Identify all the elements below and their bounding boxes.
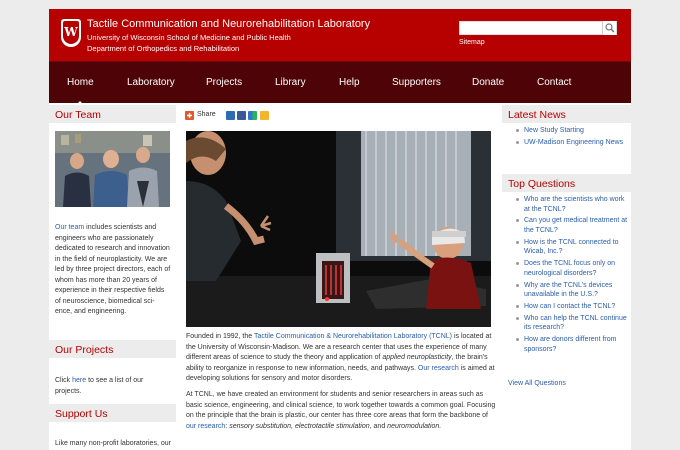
- sitemap-link[interactable]: Sitemap: [459, 39, 485, 46]
- question-link[interactable]: How are donors different from sponsors?: [524, 336, 616, 353]
- search-icon: [605, 23, 615, 33]
- blogger-icon[interactable]: [226, 111, 235, 120]
- p2-a: At TCNL, we have created an environment …: [186, 391, 496, 419]
- news-list: New Study Starting UW-Madison Engineerin…: [515, 126, 633, 150]
- team-photo: [55, 131, 170, 207]
- environment-paragraph: At TCNL, we have created an environment …: [186, 390, 498, 432]
- view-all-questions-link: View All Questions: [508, 379, 566, 390]
- school-subtitle: University of Wisconsin School of Medici…: [87, 33, 291, 42]
- latest-news-heading: Latest News: [502, 105, 631, 123]
- question-link[interactable]: Can you get medical treatment at the TCN…: [524, 217, 627, 234]
- favorite-icon[interactable]: [260, 111, 269, 120]
- tcnl-link[interactable]: Tactile Communication & Neurorehabilitat…: [254, 333, 452, 340]
- list-item: How can I contact the TCNL?: [515, 302, 631, 312]
- our-team-link[interactable]: Our team: [55, 224, 84, 231]
- p2-em: sensory substitution, electrotactile sti…: [229, 422, 372, 430]
- nav-laboratory[interactable]: Laboratory: [127, 77, 175, 88]
- top-questions-heading: Top Questions: [502, 174, 631, 192]
- view-all-link[interactable]: View All Questions: [508, 380, 566, 387]
- question-link[interactable]: Who are the scientists who work at the T…: [524, 196, 624, 213]
- department-subtitle: Department of Orthopedics and Rehabilita…: [87, 44, 240, 53]
- main-photo: [186, 131, 491, 327]
- search-input[interactable]: [459, 21, 617, 35]
- list-item: How are donors different from sponsors?: [515, 335, 631, 354]
- team-text: includes scientists and engineers who ar…: [55, 224, 171, 315]
- list-item: How is the TCNL connected to Wicab, Inc.…: [515, 238, 631, 257]
- questions-list: Who are the scientists who work at the T…: [515, 195, 631, 356]
- nav-help[interactable]: Help: [339, 77, 360, 88]
- share-bar: Share: [185, 109, 495, 122]
- projects-here-link[interactable]: here: [72, 377, 86, 384]
- projects-text: Click here to see a list of our projects…: [55, 376, 165, 397]
- nav-supporters[interactable]: Supporters: [392, 77, 441, 88]
- list-item: New Study Starting: [515, 126, 633, 136]
- main-nav: Home Laboratory Projects Library Help Su…: [49, 61, 631, 105]
- uw-crest-logo[interactable]: W: [61, 19, 81, 47]
- p1-a: Founded in 1992, the: [186, 333, 254, 340]
- question-link[interactable]: How can I contact the TCNL?: [524, 303, 615, 310]
- question-link[interactable]: Who can help the TCNL continue its resea…: [524, 315, 627, 332]
- lab-photo-image: [186, 131, 491, 327]
- question-link[interactable]: Does the TCNL focus only on neurological…: [524, 260, 615, 277]
- nav-projects[interactable]: Projects: [206, 77, 242, 88]
- nav-library[interactable]: Library: [275, 77, 306, 88]
- news-link[interactable]: UW-Madison Engineering News: [524, 139, 623, 146]
- our-research-link[interactable]: Our research: [418, 365, 459, 372]
- list-item: Does the TCNL focus only on neurological…: [515, 259, 631, 278]
- list-item: UW-Madison Engineering News: [515, 138, 633, 148]
- our-research-link-2[interactable]: our research: [186, 423, 225, 430]
- nav-donate[interactable]: Donate: [472, 77, 504, 88]
- team-photo-image: [55, 131, 170, 207]
- nav-home[interactable]: Home: [67, 77, 94, 105]
- support-text: Like many non-profit laboratories, our a…: [55, 440, 171, 447]
- delicious-icon[interactable]: [248, 111, 257, 120]
- p2-c: and: [371, 422, 388, 430]
- support-us-heading: Support Us: [49, 404, 176, 422]
- team-description: Our team includes scientists and enginee…: [55, 223, 171, 318]
- uw-crest-letter: W: [63, 21, 79, 44]
- p1-em: applied neuroplasticity: [382, 354, 452, 361]
- question-link[interactable]: Why are the TCNL's devices unavailable i…: [524, 282, 612, 299]
- question-link[interactable]: How is the TCNL connected to Wicab, Inc.…: [524, 239, 619, 256]
- list-item: Who are the scientists who work at the T…: [515, 195, 631, 214]
- list-item: Can you get medical treatment at the TCN…: [515, 216, 631, 235]
- list-item: Who can help the TCNL continue its resea…: [515, 314, 631, 333]
- facebook-icon[interactable]: [237, 111, 246, 120]
- share-label[interactable]: Share: [197, 110, 216, 121]
- list-item: Why are the TCNL's devices unavailable i…: [515, 281, 631, 300]
- our-team-heading: Our Team: [49, 105, 176, 123]
- news-link[interactable]: New Study Starting: [524, 127, 584, 134]
- search-button[interactable]: [602, 21, 616, 35]
- intro-paragraph: Founded in 1992, the Tactile Communicati…: [186, 332, 498, 385]
- plus-icon[interactable]: [185, 111, 194, 120]
- projects-pre: Click: [55, 377, 73, 384]
- site-header: W Tactile Communication and Neurorehabil…: [49, 9, 631, 61]
- page-container: W Tactile Communication and Neurorehabil…: [49, 9, 631, 450]
- nav-contact[interactable]: Contact: [537, 77, 571, 88]
- lab-title[interactable]: Tactile Communication and Neurorehabilit…: [87, 18, 370, 30]
- p2-em2: neuromodulation.: [387, 422, 442, 430]
- our-projects-heading: Our Projects: [49, 340, 176, 358]
